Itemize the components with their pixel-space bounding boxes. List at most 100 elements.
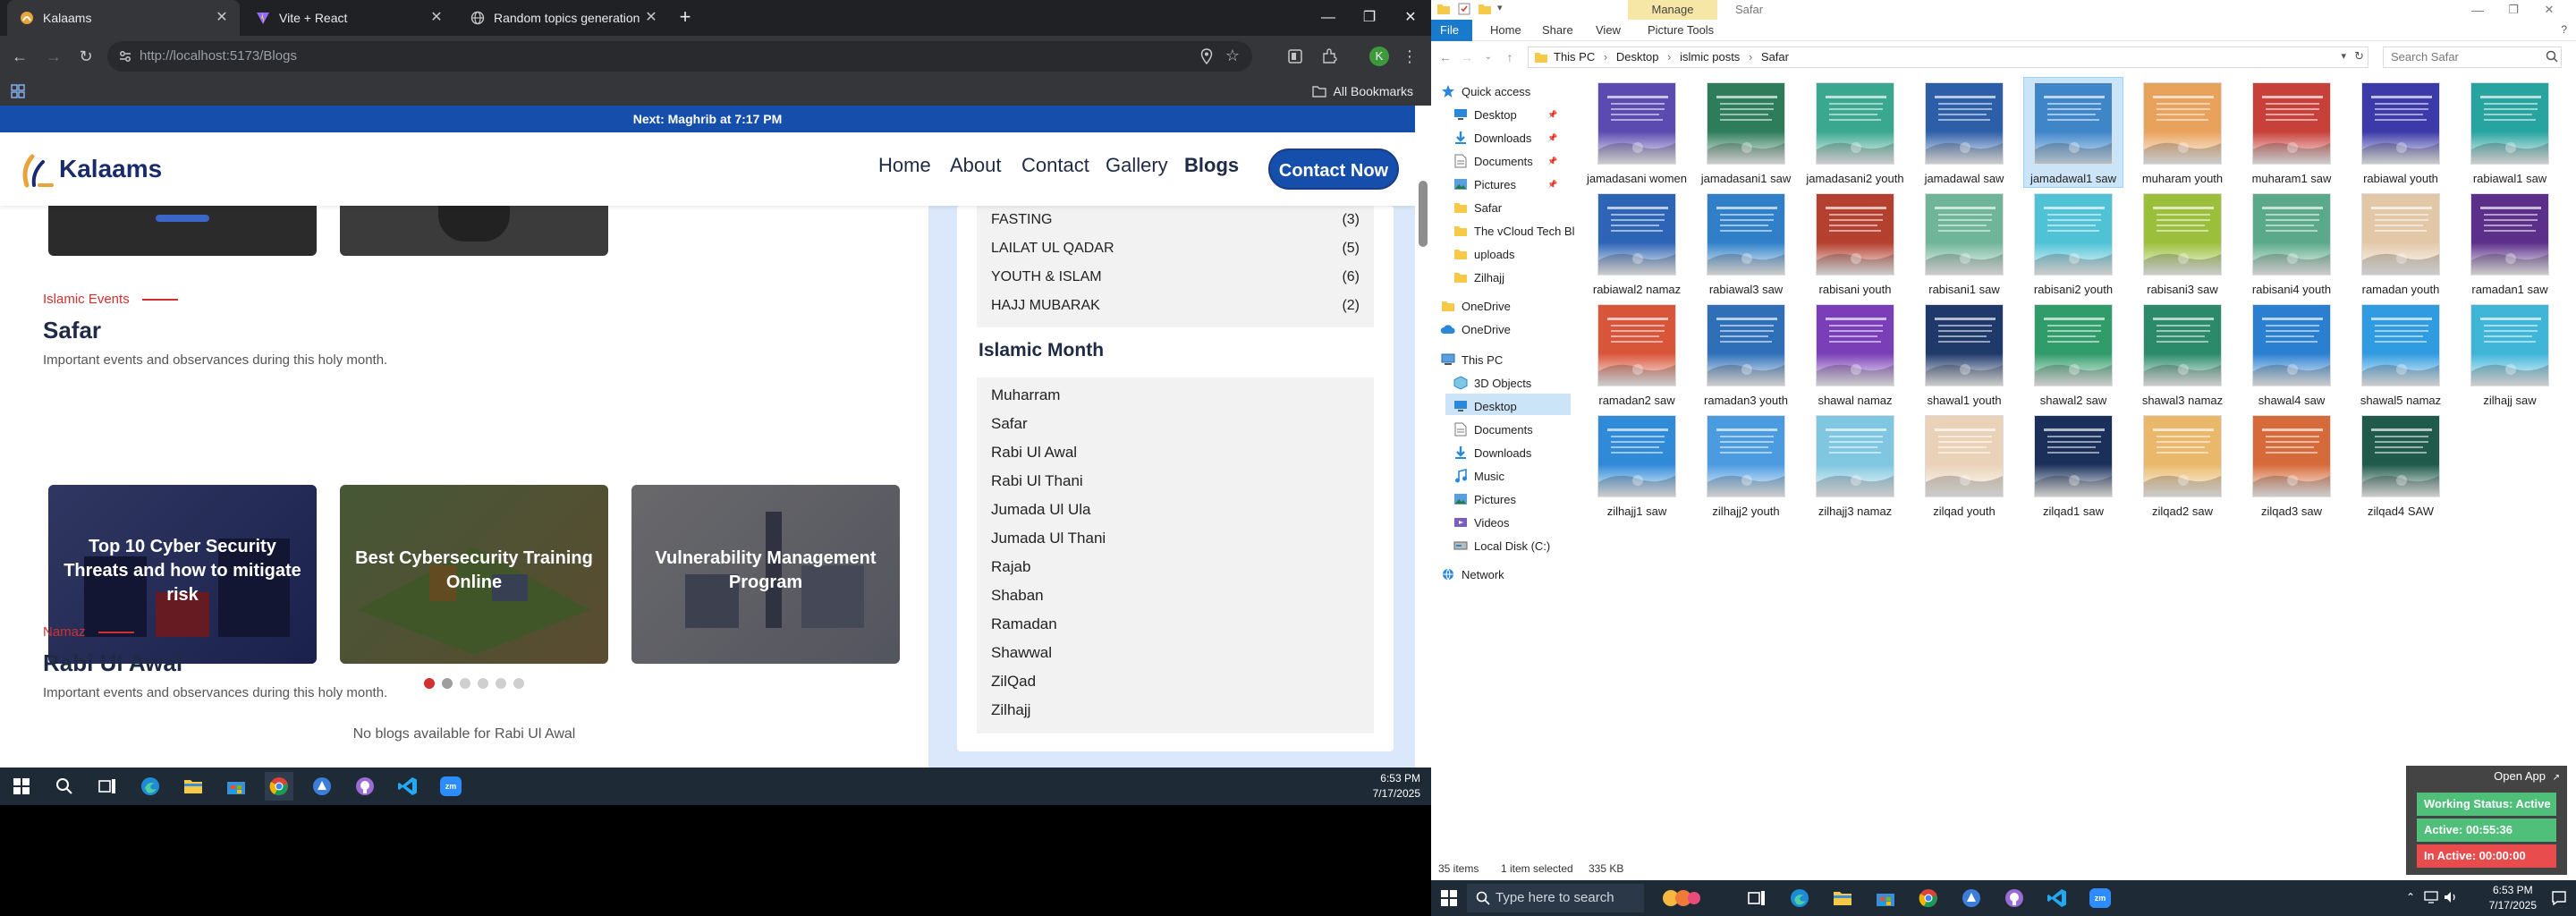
blog-card-partial[interactable] xyxy=(48,206,317,256)
nav-item-onedrive[interactable]: OneDrive xyxy=(1440,295,1511,317)
close-icon[interactable]: ✕ xyxy=(213,9,231,27)
ribbon-tab-home[interactable]: Home xyxy=(1481,20,1530,41)
nav-item-zilhajj[interactable]: Zilhajj xyxy=(1453,267,1504,288)
chrome-icon[interactable] xyxy=(265,772,293,801)
task-view-icon[interactable] xyxy=(1742,884,1771,912)
nav-home[interactable]: Home xyxy=(878,154,931,177)
carousel-dot[interactable] xyxy=(513,678,524,689)
properties-icon[interactable] xyxy=(1458,3,1470,15)
blog-card[interactable]: Vulnerability Management Program xyxy=(631,485,900,664)
help-icon[interactable]: ? xyxy=(2561,23,2567,36)
nav-item-3d-objects[interactable]: 3D Objects xyxy=(1453,372,1531,394)
taskbar-clock[interactable]: 6:53 PM 7/17/2025 xyxy=(1373,771,1420,802)
carousel-dot[interactable] xyxy=(478,678,488,689)
zoom-icon[interactable]: zm xyxy=(436,772,465,801)
back-arrow-icon[interactable]: ← xyxy=(5,42,34,71)
month-item[interactable]: Safar xyxy=(991,415,1028,433)
recent-locations-icon[interactable]: ⌄ xyxy=(1479,47,1497,68)
nav-item-downloads[interactable]: Downloads 📌 xyxy=(1453,127,1557,148)
tray-chevron-up-icon[interactable]: ⌃ xyxy=(2406,891,2415,903)
maximize-icon[interactable]: ❐ xyxy=(2496,0,2531,20)
back-arrow-icon[interactable]: ← xyxy=(1436,47,1454,68)
blog-card[interactable]: Best Cybersecurity Training Online xyxy=(340,485,608,664)
network-tray-icon[interactable] xyxy=(2424,891,2438,903)
nav-item-downloads[interactable]: Downloads xyxy=(1453,442,1531,463)
apps-grid-icon[interactable] xyxy=(11,84,25,98)
site-logo[interactable]: Kalaams xyxy=(20,145,163,193)
nav-item-desktop[interactable]: Desktop 📌 xyxy=(1453,104,1557,125)
month-item[interactable]: Rajab xyxy=(991,558,1030,576)
nav-item-pictures[interactable]: Pictures xyxy=(1453,488,1516,510)
contact-now-button[interactable]: Contact Now xyxy=(1268,148,1399,190)
crumb[interactable]: Desktop xyxy=(1616,50,1659,64)
nav-item-onedrive[interactable]: OneDrive xyxy=(1440,318,1511,340)
crumb[interactable]: islmic posts xyxy=(1680,50,1740,64)
windows-start-icon[interactable] xyxy=(1435,884,1463,912)
explorer-address-bar[interactable]: This PC › Desktop › islmic posts › Safar… xyxy=(1528,47,2368,68)
page-scrollbar[interactable] xyxy=(1415,106,1431,768)
month-item[interactable]: Jumada Ul Ula xyxy=(991,501,1091,519)
bookmark-star-icon[interactable]: ☆ xyxy=(1225,47,1240,65)
tab-kalaams[interactable]: Kalaams ✕ xyxy=(7,0,240,36)
category-item[interactable]: FASTING (3) xyxy=(991,206,1360,234)
month-item[interactable]: Rabi Ul Thani xyxy=(991,472,1083,490)
nav-item-desktop[interactable]: Desktop xyxy=(1453,395,1517,417)
explorer-scrollbar[interactable] xyxy=(2562,82,2574,852)
carousel-dot[interactable] xyxy=(496,678,506,689)
explorer-search-input[interactable]: Search Safar xyxy=(2383,47,2562,68)
nav-item-videos[interactable]: Videos xyxy=(1453,512,1510,533)
reload-icon[interactable]: ↻ xyxy=(72,42,100,71)
ribbon-tab-file[interactable]: File xyxy=(1431,20,1472,41)
ribbon-tab-picture-tools[interactable]: Picture Tools xyxy=(1639,20,1723,41)
edge-icon[interactable] xyxy=(1785,884,1814,912)
search-icon[interactable] xyxy=(50,772,79,801)
nav-item-uploads[interactable]: uploads xyxy=(1453,243,1515,265)
month-item[interactable]: Shawwal xyxy=(991,644,1052,662)
ribbon-tab-share[interactable]: Share xyxy=(1533,20,1582,41)
nav-item-network[interactable]: Network xyxy=(1440,564,1504,585)
month-item[interactable]: Shaban xyxy=(991,587,1044,605)
blog-card-partial[interactable] xyxy=(340,206,608,256)
category-item[interactable]: LAILAT UL QADAR (5) xyxy=(991,234,1360,263)
vscode-icon[interactable] xyxy=(394,772,422,801)
nav-contact[interactable]: Contact xyxy=(1021,154,1089,177)
taskbar-clock[interactable]: 6:53 PM 7/17/2025 xyxy=(2489,883,2537,913)
month-item[interactable]: Muharram xyxy=(991,386,1060,404)
taskbar-search-input[interactable]: Type here to search xyxy=(1467,884,1644,912)
nav-item-music[interactable]: Music xyxy=(1453,465,1504,487)
address-bar[interactable]: http://localhost:5173/Blogs ☆ xyxy=(107,41,1252,72)
chrome-icon[interactable] xyxy=(1914,884,1943,912)
carousel-dot[interactable] xyxy=(460,678,470,689)
category-item[interactable]: YOUTH & ISLAM (6) xyxy=(991,263,1360,292)
forward-arrow-icon[interactable]: → xyxy=(39,42,68,71)
notification-center-icon[interactable] xyxy=(2551,890,2567,906)
tab-random-topics[interactable]: Random topics generation ✕ xyxy=(458,0,669,36)
store-icon[interactable] xyxy=(1871,884,1900,912)
close-icon[interactable]: ✕ xyxy=(428,9,445,27)
file-explorer-icon[interactable] xyxy=(179,772,208,801)
nav-blogs[interactable]: Blogs xyxy=(1184,154,1239,177)
nav-item-safar[interactable]: Safar xyxy=(1453,197,1502,218)
refresh-icon[interactable]: ↻ xyxy=(2354,49,2364,64)
window-close-icon[interactable]: ✕ xyxy=(2531,0,2567,20)
carousel-dot-active[interactable] xyxy=(424,678,435,689)
open-app-button[interactable]: Open App ↗ xyxy=(2406,766,2567,787)
nav-item-local-disk-c[interactable]: Local Disk (C:) xyxy=(1453,535,1550,556)
nav-item-quick-access[interactable]: Quick access xyxy=(1440,81,1530,102)
chevron-down-icon[interactable]: ▾ xyxy=(2341,50,2346,62)
forward-arrow-icon[interactable]: → xyxy=(1458,47,1476,68)
extensions-icon[interactable] xyxy=(1315,42,1343,71)
windows-start-icon[interactable] xyxy=(7,772,36,801)
carousel-dot[interactable] xyxy=(442,678,453,689)
emoji-search-highlight-icon[interactable] xyxy=(1662,887,1701,909)
remote-desktop-icon[interactable] xyxy=(308,772,336,801)
file-explorer-icon[interactable] xyxy=(1828,884,1857,912)
category-item[interactable]: HAJJ MUBARAK (2) xyxy=(991,292,1360,320)
month-item[interactable]: Jumada Ul Thani xyxy=(991,530,1106,547)
ribbon-tab-view[interactable]: View xyxy=(1587,20,1630,41)
crumb[interactable]: Safar xyxy=(1761,50,1789,64)
month-item[interactable]: Rabi Ul Awal xyxy=(991,444,1077,462)
location-pin-icon[interactable] xyxy=(1200,48,1213,64)
month-item[interactable]: ZilQad xyxy=(991,673,1036,691)
window-close-icon[interactable]: ✕ xyxy=(1390,0,1431,36)
